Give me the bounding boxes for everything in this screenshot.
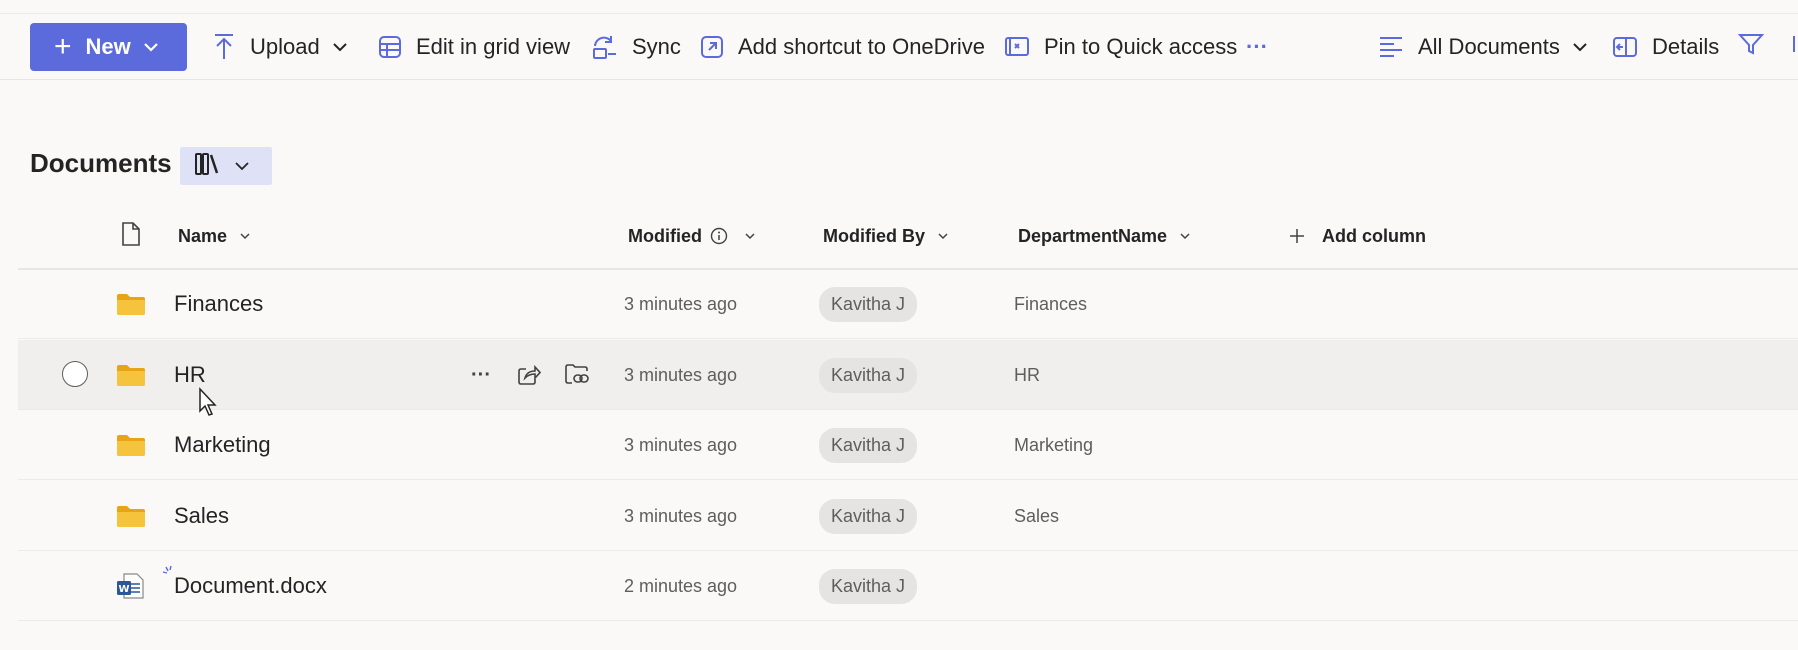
share-button[interactable] bbox=[512, 358, 546, 392]
new-button[interactable]: + New bbox=[30, 23, 187, 71]
library-switcher-button[interactable] bbox=[180, 147, 272, 185]
view-switcher-label: All Documents bbox=[1418, 34, 1560, 59]
command-bar: + New Upload Edit in grid view Sync Add … bbox=[0, 0, 1798, 80]
sort-button[interactable] bbox=[1790, 26, 1798, 68]
upload-label: Upload bbox=[250, 34, 320, 59]
chevron-down-icon bbox=[744, 232, 756, 240]
pin-quick-access-label: Pin to Quick access bbox=[1044, 34, 1238, 59]
chevron-down-icon bbox=[937, 232, 949, 240]
item-name[interactable]: Marketing bbox=[174, 410, 271, 480]
name-column-header[interactable]: Name bbox=[178, 223, 251, 249]
chevron-down-icon bbox=[1572, 42, 1588, 52]
item-modified-by[interactable]: Kavitha J bbox=[819, 498, 918, 534]
folder-icon bbox=[116, 269, 146, 339]
table-row[interactable]: Sales 3 minutes ago Kavitha J Sales bbox=[18, 481, 1798, 551]
plus-icon: + bbox=[54, 30, 72, 63]
chevron-down-icon bbox=[1179, 232, 1191, 240]
plus-icon bbox=[1288, 227, 1306, 245]
mouse-cursor-icon bbox=[198, 387, 220, 422]
table-row[interactable]: Finances 3 minutes ago Kavitha J Finance… bbox=[18, 269, 1798, 339]
top-divider bbox=[0, 13, 1798, 14]
share-icon bbox=[518, 364, 541, 385]
item-name[interactable]: Document.docx bbox=[174, 551, 327, 621]
add-shortcut-label: Add shortcut to OneDrive bbox=[738, 34, 986, 59]
add-shortcut-button[interactable]: Add shortcut to OneDrive bbox=[700, 26, 985, 68]
add-column-button[interactable]: Add column bbox=[1288, 223, 1426, 249]
library-icon bbox=[194, 152, 220, 181]
add-column-label: Add column bbox=[1322, 225, 1426, 246]
item-modified: 3 minutes ago bbox=[624, 364, 738, 385]
pin-icon bbox=[1004, 35, 1030, 59]
more-options-button[interactable]: ··· bbox=[1246, 26, 1268, 68]
modified-column-header[interactable]: Modified bbox=[628, 223, 756, 249]
table-row[interactable]: W Document.docx 2 minutes ago Kavitha J bbox=[18, 551, 1798, 621]
upload-button[interactable]: Upload bbox=[212, 26, 348, 68]
chevron-down-icon bbox=[239, 232, 251, 240]
item-modified-by[interactable]: Kavitha J bbox=[819, 286, 918, 322]
grid-icon bbox=[378, 35, 402, 59]
list-view-icon bbox=[1378, 36, 1404, 58]
sort-icon bbox=[1790, 32, 1798, 62]
edit-grid-view-label: Edit in grid view bbox=[416, 34, 571, 59]
sync-label: Sync bbox=[632, 34, 681, 59]
item-modified-by[interactable]: Kavitha J bbox=[819, 427, 918, 463]
filter-icon bbox=[1737, 32, 1765, 62]
modified-by-column-label: Modified By bbox=[823, 225, 925, 246]
filter-button[interactable] bbox=[1737, 26, 1765, 68]
link-icon bbox=[565, 364, 589, 384]
view-switcher-button[interactable]: All Documents bbox=[1378, 26, 1588, 68]
item-modified: 3 minutes ago bbox=[624, 434, 738, 455]
modified-by-column-header[interactable]: Modified By bbox=[823, 223, 949, 249]
department-column-label: DepartmentName bbox=[1018, 225, 1168, 246]
folder-icon bbox=[116, 410, 146, 480]
table-row[interactable]: Marketing 3 minutes ago Kavitha J Market… bbox=[18, 410, 1798, 480]
row-select-radio[interactable] bbox=[62, 361, 88, 387]
item-modified-by[interactable]: Kavitha J bbox=[819, 568, 918, 604]
modified-column-label: Modified bbox=[628, 225, 702, 246]
folder-icon bbox=[116, 481, 146, 551]
department-column-header[interactable]: DepartmentName bbox=[1018, 223, 1191, 249]
more-icon: ··· bbox=[1246, 34, 1268, 59]
item-modified: 2 minutes ago bbox=[624, 575, 738, 596]
shortcut-icon bbox=[700, 35, 724, 59]
sync-button[interactable]: Sync bbox=[590, 26, 681, 68]
item-department: Sales bbox=[1014, 505, 1060, 526]
details-pane-button[interactable]: Details bbox=[1612, 26, 1719, 68]
details-pane-label: Details bbox=[1652, 34, 1720, 59]
upload-icon bbox=[212, 33, 236, 61]
word-file-icon: W bbox=[116, 551, 146, 621]
item-modified: 3 minutes ago bbox=[624, 505, 738, 526]
edit-grid-view-button[interactable]: Edit in grid view bbox=[378, 26, 570, 68]
item-department: HR bbox=[1014, 364, 1040, 385]
details-pane-icon bbox=[1612, 36, 1638, 58]
more-icon: ··· bbox=[471, 363, 491, 386]
name-column-label: Name bbox=[178, 225, 228, 246]
item-modified: 3 minutes ago bbox=[624, 293, 738, 314]
item-name[interactable]: Finances bbox=[174, 269, 263, 339]
file-type-icon bbox=[120, 221, 142, 252]
chevron-down-icon bbox=[143, 42, 159, 52]
copy-link-button[interactable] bbox=[560, 358, 594, 392]
row-more-actions-button[interactable]: ··· bbox=[464, 358, 498, 392]
item-modified-by[interactable]: Kavitha J bbox=[819, 357, 918, 393]
chevron-down-icon bbox=[332, 42, 348, 52]
page-title: Documents bbox=[30, 148, 172, 178]
sync-icon bbox=[590, 34, 618, 60]
item-department: Finances bbox=[1014, 293, 1088, 314]
item-department: Marketing bbox=[1014, 434, 1094, 455]
chevron-down-icon bbox=[234, 161, 250, 171]
pin-quick-access-button[interactable]: Pin to Quick access bbox=[1004, 26, 1237, 68]
file-type-column-header[interactable] bbox=[120, 221, 142, 252]
item-name[interactable]: Sales bbox=[174, 481, 229, 551]
info-icon[interactable] bbox=[710, 227, 728, 245]
folder-icon bbox=[116, 340, 146, 410]
table-row[interactable]: HR ··· 3 minutes ago Kavitha J HR bbox=[18, 340, 1798, 410]
new-button-label: New bbox=[85, 34, 131, 59]
svg-text:W: W bbox=[118, 584, 129, 595]
